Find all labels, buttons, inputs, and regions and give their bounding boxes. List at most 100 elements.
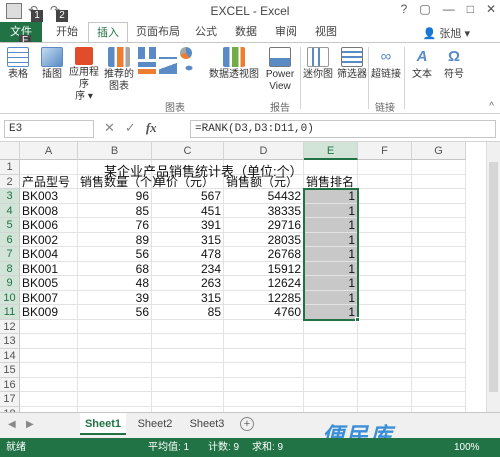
cell-e4[interactable]: 1: [304, 203, 358, 218]
row-header-11[interactable]: 11: [0, 305, 20, 320]
insert-function-icon[interactable]: fx: [146, 120, 157, 136]
cell-e2[interactable]: 销售排名: [304, 174, 358, 189]
cell-e16[interactable]: [304, 377, 358, 392]
cell-g4[interactable]: [412, 203, 466, 218]
tab-page-layout[interactable]: 页面布局: [132, 22, 184, 42]
enter-icon[interactable]: ✓: [125, 120, 136, 136]
cell-e9[interactable]: 1: [304, 276, 358, 291]
column-header-g[interactable]: G: [412, 142, 466, 160]
tab-formulas[interactable]: 公式: [188, 22, 224, 42]
cell-g7[interactable]: [412, 247, 466, 262]
cell-e15[interactable]: [304, 363, 358, 378]
worksheet-grid[interactable]: A B C D E F G 1 2 产品型号 销售数量（个） 单价（元） 销售额（元） 销售排名 3 BK00…: [0, 142, 500, 412]
row-header-7[interactable]: 7: [0, 247, 20, 262]
tab-view[interactable]: 视图: [308, 22, 344, 42]
cell-g8[interactable]: [412, 261, 466, 276]
row-header-12[interactable]: 12: [0, 319, 20, 334]
cell-f2[interactable]: [358, 174, 412, 189]
cell-c15[interactable]: [152, 363, 224, 378]
column-header-a[interactable]: A: [20, 142, 78, 160]
cell-g12[interactable]: [412, 319, 466, 334]
cell-d4[interactable]: 38335: [224, 203, 304, 218]
power-view-button[interactable]: Power View: [264, 47, 296, 93]
cell-c3[interactable]: 567: [152, 189, 224, 204]
cell-d13[interactable]: [224, 334, 304, 349]
zoom-level[interactable]: 100%: [454, 438, 480, 457]
chart-types-grid[interactable]: [138, 47, 198, 74]
cell-a15[interactable]: [20, 363, 78, 378]
cell-b9[interactable]: 48: [78, 276, 152, 291]
row-header-8[interactable]: 8: [0, 261, 20, 276]
cell-b15[interactable]: [78, 363, 152, 378]
sheet-tab-sheet3[interactable]: Sheet3: [184, 413, 230, 435]
cell-c13[interactable]: [152, 334, 224, 349]
cell-a3[interactable]: BK003: [20, 189, 78, 204]
cell-d8[interactable]: 15912: [224, 261, 304, 276]
row-header-6[interactable]: 6: [0, 232, 20, 247]
cell-d7[interactable]: 26768: [224, 247, 304, 262]
cell-b7[interactable]: 56: [78, 247, 152, 262]
cell-g5[interactable]: [412, 218, 466, 233]
ribbon-display-button[interactable]: ▢: [419, 2, 430, 16]
cell-d16[interactable]: [224, 377, 304, 392]
name-box[interactable]: E3: [4, 120, 94, 138]
cell-e17[interactable]: [304, 392, 358, 407]
cell-g10[interactable]: [412, 290, 466, 305]
cancel-icon[interactable]: ✕: [104, 120, 115, 136]
cell-f3[interactable]: [358, 189, 412, 204]
area-chart-icon[interactable]: [159, 62, 177, 74]
cell-d3[interactable]: 54432: [224, 189, 304, 204]
column-header-f[interactable]: F: [358, 142, 412, 160]
cell-b10[interactable]: 39: [78, 290, 152, 305]
filter-button[interactable]: 筛选器: [336, 47, 368, 81]
tab-review[interactable]: 审阅: [268, 22, 304, 42]
next-sheet-icon[interactable]: ▶: [26, 419, 34, 430]
cell-d12[interactable]: [224, 319, 304, 334]
cell-b12[interactable]: [78, 319, 152, 334]
column-header-d[interactable]: D: [224, 142, 304, 160]
cell-e12[interactable]: [304, 319, 358, 334]
cell-d17[interactable]: [224, 392, 304, 407]
cell-f12[interactable]: [358, 319, 412, 334]
recommended-charts-button[interactable]: 推荐的 图表: [104, 47, 134, 93]
cell-g17[interactable]: [412, 392, 466, 407]
column-header-b[interactable]: B: [78, 142, 152, 160]
cell-e11[interactable]: 1: [304, 305, 358, 320]
cell-c4[interactable]: 451: [152, 203, 224, 218]
cell-f9[interactable]: [358, 276, 412, 291]
pivot-chart-button[interactable]: 数据透视图: [208, 47, 260, 81]
add-sheet-icon[interactable]: +: [240, 417, 254, 431]
cell-d5[interactable]: 29716: [224, 218, 304, 233]
row-header-16[interactable]: 16: [0, 377, 20, 392]
row-header-9[interactable]: 9: [0, 276, 20, 291]
cell-d10[interactable]: 12285: [224, 290, 304, 305]
cell-g15[interactable]: [412, 363, 466, 378]
cell-d6[interactable]: 28035: [224, 232, 304, 247]
cell-b5[interactable]: 76: [78, 218, 152, 233]
row-header-10[interactable]: 10: [0, 290, 20, 305]
cell-f13[interactable]: [358, 334, 412, 349]
vertical-scrollbar[interactable]: [486, 142, 500, 412]
cell-a5[interactable]: BK006: [20, 218, 78, 233]
row-header-1[interactable]: 1: [0, 160, 20, 175]
cell-b3[interactable]: 96: [78, 189, 152, 204]
cell-g11[interactable]: [412, 305, 466, 320]
cell-b8[interactable]: 68: [78, 261, 152, 276]
cell-e1[interactable]: [304, 160, 358, 175]
column-header-c[interactable]: C: [152, 142, 224, 160]
cell-f8[interactable]: [358, 261, 412, 276]
cell-f15[interactable]: [358, 363, 412, 378]
cell-g16[interactable]: [412, 377, 466, 392]
tab-home[interactable]: 开始: [48, 22, 86, 42]
cell-b13[interactable]: [78, 334, 152, 349]
hyperlink-button[interactable]: ∞ 超链接: [370, 47, 402, 81]
sheet-tab-sheet2[interactable]: Sheet2: [132, 413, 178, 435]
cell-g14[interactable]: [412, 348, 466, 363]
cell-f10[interactable]: [358, 290, 412, 305]
row-header-5[interactable]: 5: [0, 218, 20, 233]
help-button[interactable]: ?: [401, 2, 408, 16]
close-button[interactable]: ✕: [486, 2, 496, 16]
maximize-button[interactable]: □: [467, 2, 474, 16]
cell-a10[interactable]: BK007: [20, 290, 78, 305]
sheet-tab-sheet1[interactable]: Sheet1: [80, 413, 126, 435]
